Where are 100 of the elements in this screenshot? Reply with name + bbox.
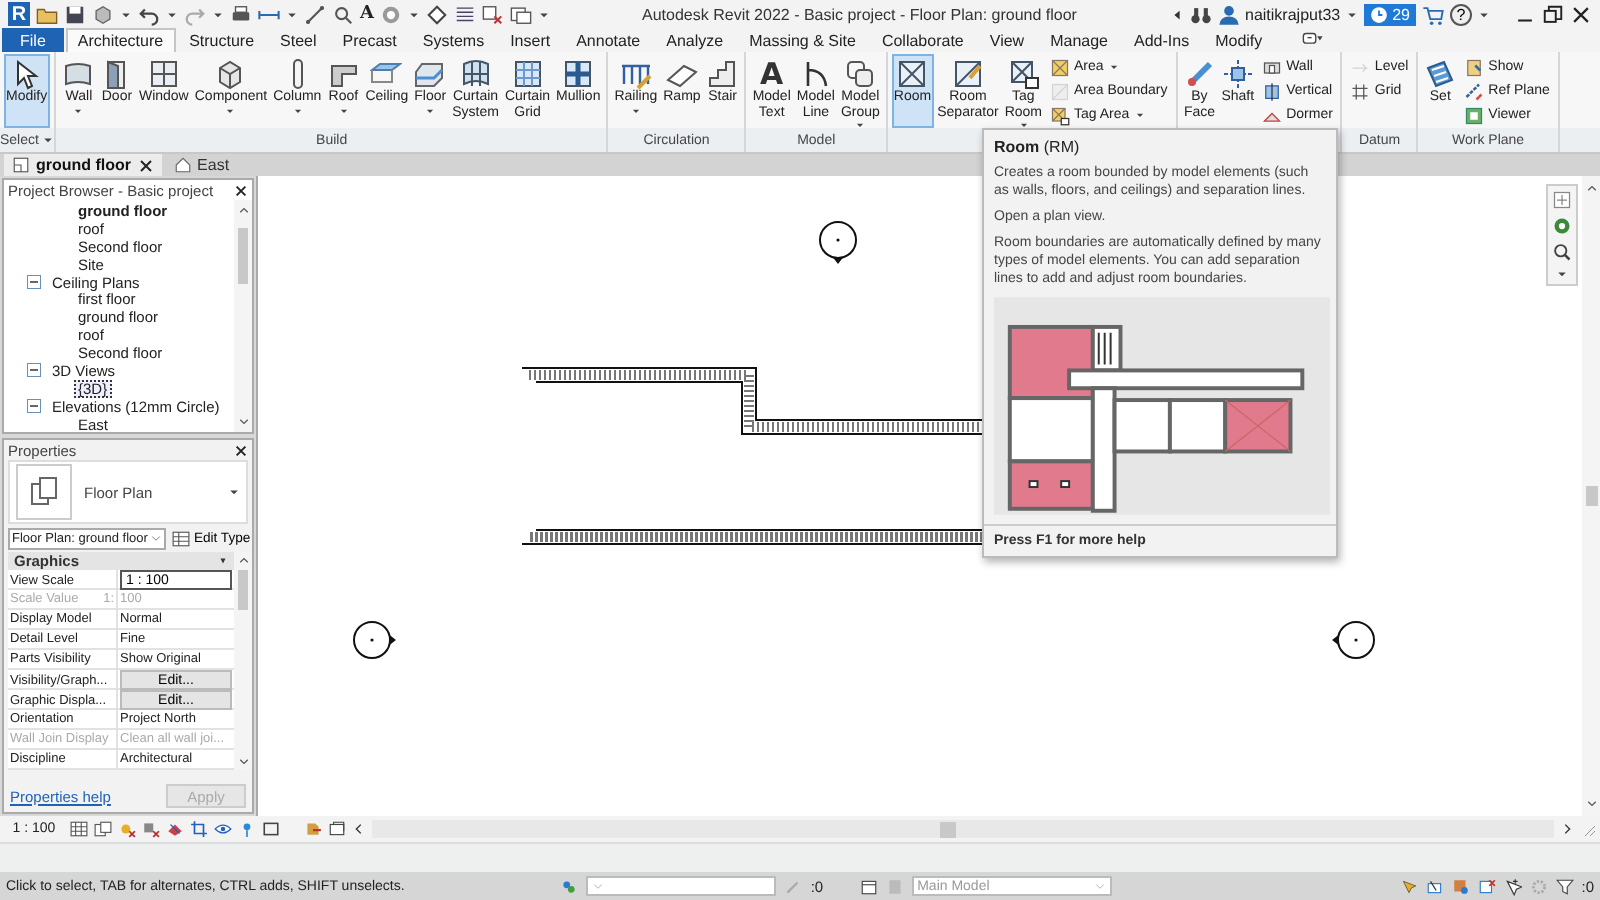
ribbon-tab[interactable]: Annotate <box>564 28 653 52</box>
scrollbar[interactable] <box>234 200 252 432</box>
ribbon-tab[interactable]: Precast <box>330 28 409 52</box>
ribbon-tab[interactable]: View <box>977 28 1037 52</box>
caret-icon <box>228 486 240 498</box>
caret-icon[interactable] <box>1556 268 1568 280</box>
help-button[interactable]: ? <box>1450 3 1472 25</box>
scrollbar-thumb[interactable] <box>939 821 956 837</box>
face-opening-icon <box>1183 58 1216 90</box>
close-icon[interactable] <box>234 183 248 197</box>
app-logo[interactable]: R <box>8 2 30 26</box>
zoom-icon[interactable] <box>1552 242 1572 262</box>
ribbon-tab[interactable]: Manage <box>1038 28 1120 52</box>
user-icon[interactable] <box>1217 3 1239 25</box>
caret-icon <box>854 120 867 130</box>
area-boundary-icon <box>1050 81 1071 101</box>
drag-select-icon[interactable] <box>1503 877 1522 895</box>
face-select-icon[interactable] <box>1477 877 1496 895</box>
resize-grip-icon[interactable] <box>1580 820 1596 838</box>
navigation-bar[interactable] <box>1546 184 1578 286</box>
worksets-icon[interactable] <box>560 877 579 895</box>
caret-down-icon[interactable] <box>237 416 249 428</box>
ribbon-tab[interactable]: Modify <box>1203 28 1275 52</box>
expander-icon[interactable] <box>26 398 42 415</box>
close-icon[interactable] <box>234 443 248 457</box>
show-plane-icon <box>1464 57 1485 77</box>
thin-lines-icon[interactable] <box>453 3 476 25</box>
caret-icon <box>592 880 605 892</box>
mullion-icon <box>562 58 595 90</box>
close-icon[interactable] <box>1570 3 1592 25</box>
window-switch-icon[interactable] <box>509 3 532 25</box>
document-tab[interactable]: East <box>165 154 238 176</box>
ribbon-tab[interactable]: Steel <box>268 28 329 52</box>
visual-style-icon[interactable] <box>94 820 112 838</box>
expander-icon[interactable] <box>26 274 42 290</box>
caret-icon[interactable] <box>42 134 55 146</box>
ribbon-tab[interactable]: Collaborate <box>869 28 976 52</box>
view-cube-icon[interactable] <box>1552 190 1572 210</box>
notification-badge[interactable]: 29 <box>1364 3 1416 25</box>
curtain-grid-icon <box>511 58 544 90</box>
elevation-marker[interactable] <box>1332 621 1375 659</box>
scrollbar[interactable] <box>1582 176 1600 816</box>
ribbon-tab[interactable]: Analyze <box>654 28 736 52</box>
temporary-hide-icon[interactable] <box>304 820 322 838</box>
binoculars-icon[interactable] <box>1189 3 1211 25</box>
eye-icon[interactable] <box>214 820 232 838</box>
file-menu-button[interactable]: File <box>2 28 64 52</box>
underlay-select-icon[interactable] <box>1425 877 1444 895</box>
area-icon <box>1050 57 1071 77</box>
crop-region-icon[interactable] <box>262 820 280 838</box>
ribbon-tab[interactable]: Add-Ins <box>1122 28 1202 52</box>
cart-icon[interactable] <box>1422 3 1444 25</box>
save-icon[interactable] <box>64 3 86 25</box>
restore-icon[interactable] <box>1542 3 1564 25</box>
caret-up-icon[interactable] <box>1585 182 1597 194</box>
user-name[interactable]: naitikrajput33 <box>1245 5 1341 23</box>
undo-icon[interactable] <box>138 3 160 25</box>
scrollbar[interactable] <box>372 820 1554 838</box>
caret-down-icon[interactable] <box>1585 798 1597 810</box>
vertical-opening-icon <box>1262 81 1283 101</box>
caret-up-icon[interactable] <box>237 204 249 216</box>
pin-icon[interactable] <box>238 820 256 838</box>
close-icon[interactable] <box>137 157 154 173</box>
curved-wall-icon <box>62 58 95 90</box>
ribbon-tab[interactable]: Massing & Site <box>737 28 868 52</box>
ribbon-tab[interactable]: Insert <box>498 28 563 52</box>
sun-icon[interactable] <box>118 820 136 838</box>
dimension-icon[interactable] <box>304 3 326 25</box>
scrollbar-thumb[interactable] <box>238 228 248 284</box>
elevation-marker[interactable] <box>353 621 396 659</box>
ribbon-tab[interactable]: Systems <box>410 28 497 52</box>
shadows-icon[interactable] <box>142 820 160 838</box>
room-icon <box>896 58 929 90</box>
caret-up-icon[interactable] <box>237 554 249 566</box>
filter-icon[interactable] <box>1555 877 1574 895</box>
caret-icon <box>224 105 237 115</box>
text-tool-button[interactable]: A <box>360 4 374 24</box>
scrollbar-thumb[interactable] <box>1585 486 1597 506</box>
caret-down-icon[interactable] <box>237 756 249 768</box>
calendar-icon[interactable] <box>859 877 878 895</box>
link-select-icon[interactable] <box>1399 877 1418 895</box>
caret-right-icon[interactable] <box>1560 820 1574 838</box>
detail-level-icon[interactable] <box>70 820 88 838</box>
elevation-marker[interactable] <box>819 221 857 264</box>
pinned-select-icon[interactable] <box>1451 877 1470 895</box>
expander-icon[interactable] <box>26 362 42 379</box>
close-views-icon[interactable] <box>481 3 504 25</box>
crop-icon[interactable] <box>190 820 208 838</box>
curtain-system-icon <box>459 58 492 90</box>
document-tab[interactable]: ground floor <box>4 154 162 176</box>
print-icon[interactable] <box>230 3 252 25</box>
scrollbar-thumb[interactable] <box>238 570 248 610</box>
reveal-hidden-icon[interactable] <box>328 820 346 838</box>
caret-left-icon[interactable] <box>352 820 366 838</box>
window-icon <box>147 58 180 90</box>
ribbon-tab[interactable]: Structure <box>177 28 267 52</box>
ribbon-tab[interactable]: Architecture <box>65 28 176 52</box>
render-icon[interactable] <box>166 820 184 838</box>
caret-icon <box>149 532 162 544</box>
caret-icon <box>72 105 85 115</box>
